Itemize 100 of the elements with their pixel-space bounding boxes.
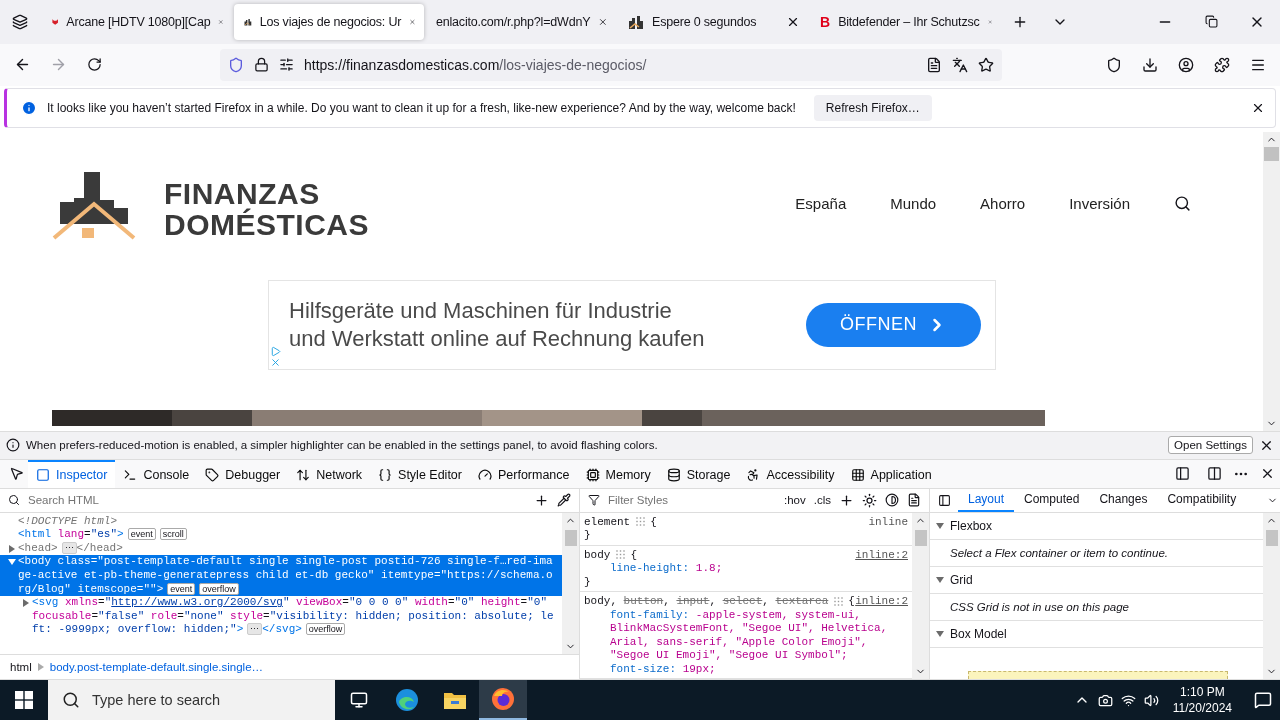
twisty-icon[interactable] (22, 599, 30, 608)
sidebar-tab[interactable]: Computed (1014, 488, 1090, 512)
rule-source-link[interactable]: inline (868, 515, 908, 530)
add-rule-icon[interactable] (839, 492, 854, 508)
scroll-thumb[interactable] (914, 529, 927, 546)
twisty-icon[interactable] (936, 521, 944, 530)
browser-tab[interactable]: Los viajes de negocios: Ur (234, 3, 424, 40)
menu-link[interactable]: Mundo (890, 195, 937, 213)
scroll-thumb[interactable] (564, 529, 577, 546)
contrast-icon[interactable] (885, 493, 899, 508)
logo-text[interactable]: FINANZAS (164, 177, 369, 209)
filter-styles-field[interactable]: Filter Styles (608, 494, 776, 507)
grid-dots-icon[interactable] (834, 596, 845, 607)
twisty-icon[interactable] (8, 558, 16, 567)
browser-tab[interactable]: B Bitdefender – Ihr Schutzsc (810, 3, 1000, 40)
edge-icon[interactable] (395, 688, 419, 713)
section-header[interactable]: Grid (930, 566, 1263, 594)
tag-icon (205, 467, 220, 482)
sidebar-tab[interactable]: Compatibility (1157, 488, 1247, 512)
browser-tab[interactable]: Arcane [HDTV 1080p][Cap (42, 3, 232, 40)
sidebar-tab[interactable]: Layout (958, 488, 1015, 512)
devtools-tab[interactable]: Console (115, 459, 198, 488)
markup-line[interactable]: <svg xmlns="http://www.w3.org/2000/svg" viewBox="0 0 0 0" width="0" height="0" focusable="false" role="none" style="visibility: hidden; position: absolute; left: -9999px; overflow: hidden;"> ⋯ </svg> overflow (0, 596, 562, 637)
notifications-icon[interactable] (1254, 691, 1272, 710)
document-icon[interactable] (907, 493, 921, 508)
markup-line[interactable]: <!DOCTYPE html> (0, 514, 562, 529)
menu-link[interactable]: Ahorro (980, 195, 1026, 213)
menu-link[interactable]: Inversión (1069, 195, 1130, 213)
browser-tab[interactable]: Espere 0 segundos (618, 3, 808, 40)
rule-selector: button (623, 595, 664, 609)
logo-icon: B (820, 13, 831, 30)
devtools-tab[interactable]: Storage (658, 459, 739, 488)
search-icon (62, 691, 80, 710)
sliders-icon[interactable] (279, 57, 294, 73)
section-header[interactable]: Flexbox (930, 512, 1263, 540)
rule-selector: body, (584, 595, 618, 609)
open-button[interactable]: ÖFFNEN (806, 302, 981, 347)
sidebar-tab[interactable]: Changes (1089, 488, 1158, 512)
lock-icon[interactable] (254, 57, 269, 73)
refresh-button[interactable]: Refresh Firefox… (813, 94, 932, 121)
scrollbar[interactable] (912, 512, 929, 680)
section-message: Select a Flex container or item to continue. (930, 539, 1263, 567)
browser-tab[interactable]: enlacito.com/r.php?l=dWdnY (426, 3, 616, 40)
search-html-field[interactable]: Search HTML (28, 494, 526, 507)
twisty-icon[interactable] (8, 544, 16, 553)
devtools-tab[interactable]: Network (288, 459, 371, 488)
twisty-icon[interactable] (936, 575, 944, 584)
search-icon[interactable] (1174, 195, 1191, 213)
close-ad-icon[interactable] (270, 356, 281, 368)
devtools-tab[interactable]: Performance (469, 459, 578, 488)
network-icon[interactable] (1120, 692, 1136, 708)
rule-source-link[interactable]: inline:2 (855, 548, 908, 563)
ad-text: Hilfsgeräte und Maschinen für Industrie (289, 296, 673, 325)
scroll-thumb[interactable] (1265, 529, 1278, 546)
css-declaration: font-family: -apple-system, system-ui, BlinkMacSystemFont, "Segoe UI", Helvetica, Arial, sans-serif, "Apple Color Emoji", "Segoe UI Emoji", "Segoe UI Symbol"; (609, 608, 889, 663)
rule-source-link[interactable]: inline:2 (855, 595, 908, 609)
devtools-tab[interactable]: Memory (577, 459, 659, 488)
taskbar-button[interactable] (479, 680, 527, 720)
sun-icon[interactable] (862, 492, 877, 508)
devtools-tab[interactable]: Accessibility (738, 459, 843, 488)
devtools-tab[interactable]: Inspector (28, 459, 116, 488)
css-declaration: line-height: 1.8; (609, 562, 724, 576)
reader-icon[interactable] (926, 56, 942, 73)
volume-icon[interactable] (1143, 692, 1159, 708)
translate-icon[interactable] (952, 56, 968, 73)
section-header[interactable]: Box Model (930, 620, 1263, 648)
scrollbar[interactable] (562, 512, 579, 655)
grid-dots-icon[interactable] (636, 517, 647, 528)
open-settings-button[interactable]: Open Settings (1168, 436, 1253, 455)
info-icon (21, 99, 37, 116)
markup-line[interactable]: <head> ⋯ </head> (0, 541, 562, 556)
logo-text[interactable]: DOMÉSTICAS (164, 208, 369, 240)
gauge-icon (477, 467, 492, 482)
grid-dots-icon[interactable] (616, 550, 627, 561)
add-node-icon[interactable] (534, 492, 549, 508)
firefox-icon[interactable] (491, 687, 515, 712)
bookmark-star-icon[interactable] (978, 56, 994, 73)
clock[interactable]: 1:10 PM 11/20/2024 (1166, 684, 1238, 717)
css-declaration: font-size: 19px; (609, 662, 717, 677)
eyedropper-icon[interactable] (557, 493, 571, 508)
scroll-thumb[interactable] (1264, 146, 1279, 161)
shield-icon[interactable] (228, 56, 244, 73)
breadcrumb-item[interactable]: body.post-template-default.single.single… (49, 661, 264, 674)
devtools-tab[interactable]: Debugger (197, 459, 289, 488)
toggle-button[interactable]: .cls (813, 494, 831, 507)
devtools-tab[interactable]: Style Editor (370, 459, 470, 488)
scrollbar[interactable] (1263, 512, 1280, 680)
toggle-button[interactable]: :hov (784, 494, 806, 507)
twisty-icon[interactable] (936, 629, 944, 638)
camera-icon[interactable] (1097, 692, 1113, 708)
markup-line[interactable]: <html lang="es"> event scroll (0, 528, 562, 542)
rule-selector: , (709, 595, 718, 609)
address-field[interactable]: https://finanzasdomesticas.com/los-viajes-de-negocios/ (220, 48, 1002, 81)
scrollbar[interactable] (1263, 131, 1280, 431)
devtools-tab[interactable]: Application (842, 459, 940, 488)
taskbar-search-field[interactable]: Type here to search (48, 680, 335, 720)
menu-link[interactable]: España (795, 195, 847, 213)
breadcrumb-item[interactable]: html (10, 661, 32, 674)
rule-selector: body (584, 548, 611, 563)
brace: } (584, 529, 591, 542)
